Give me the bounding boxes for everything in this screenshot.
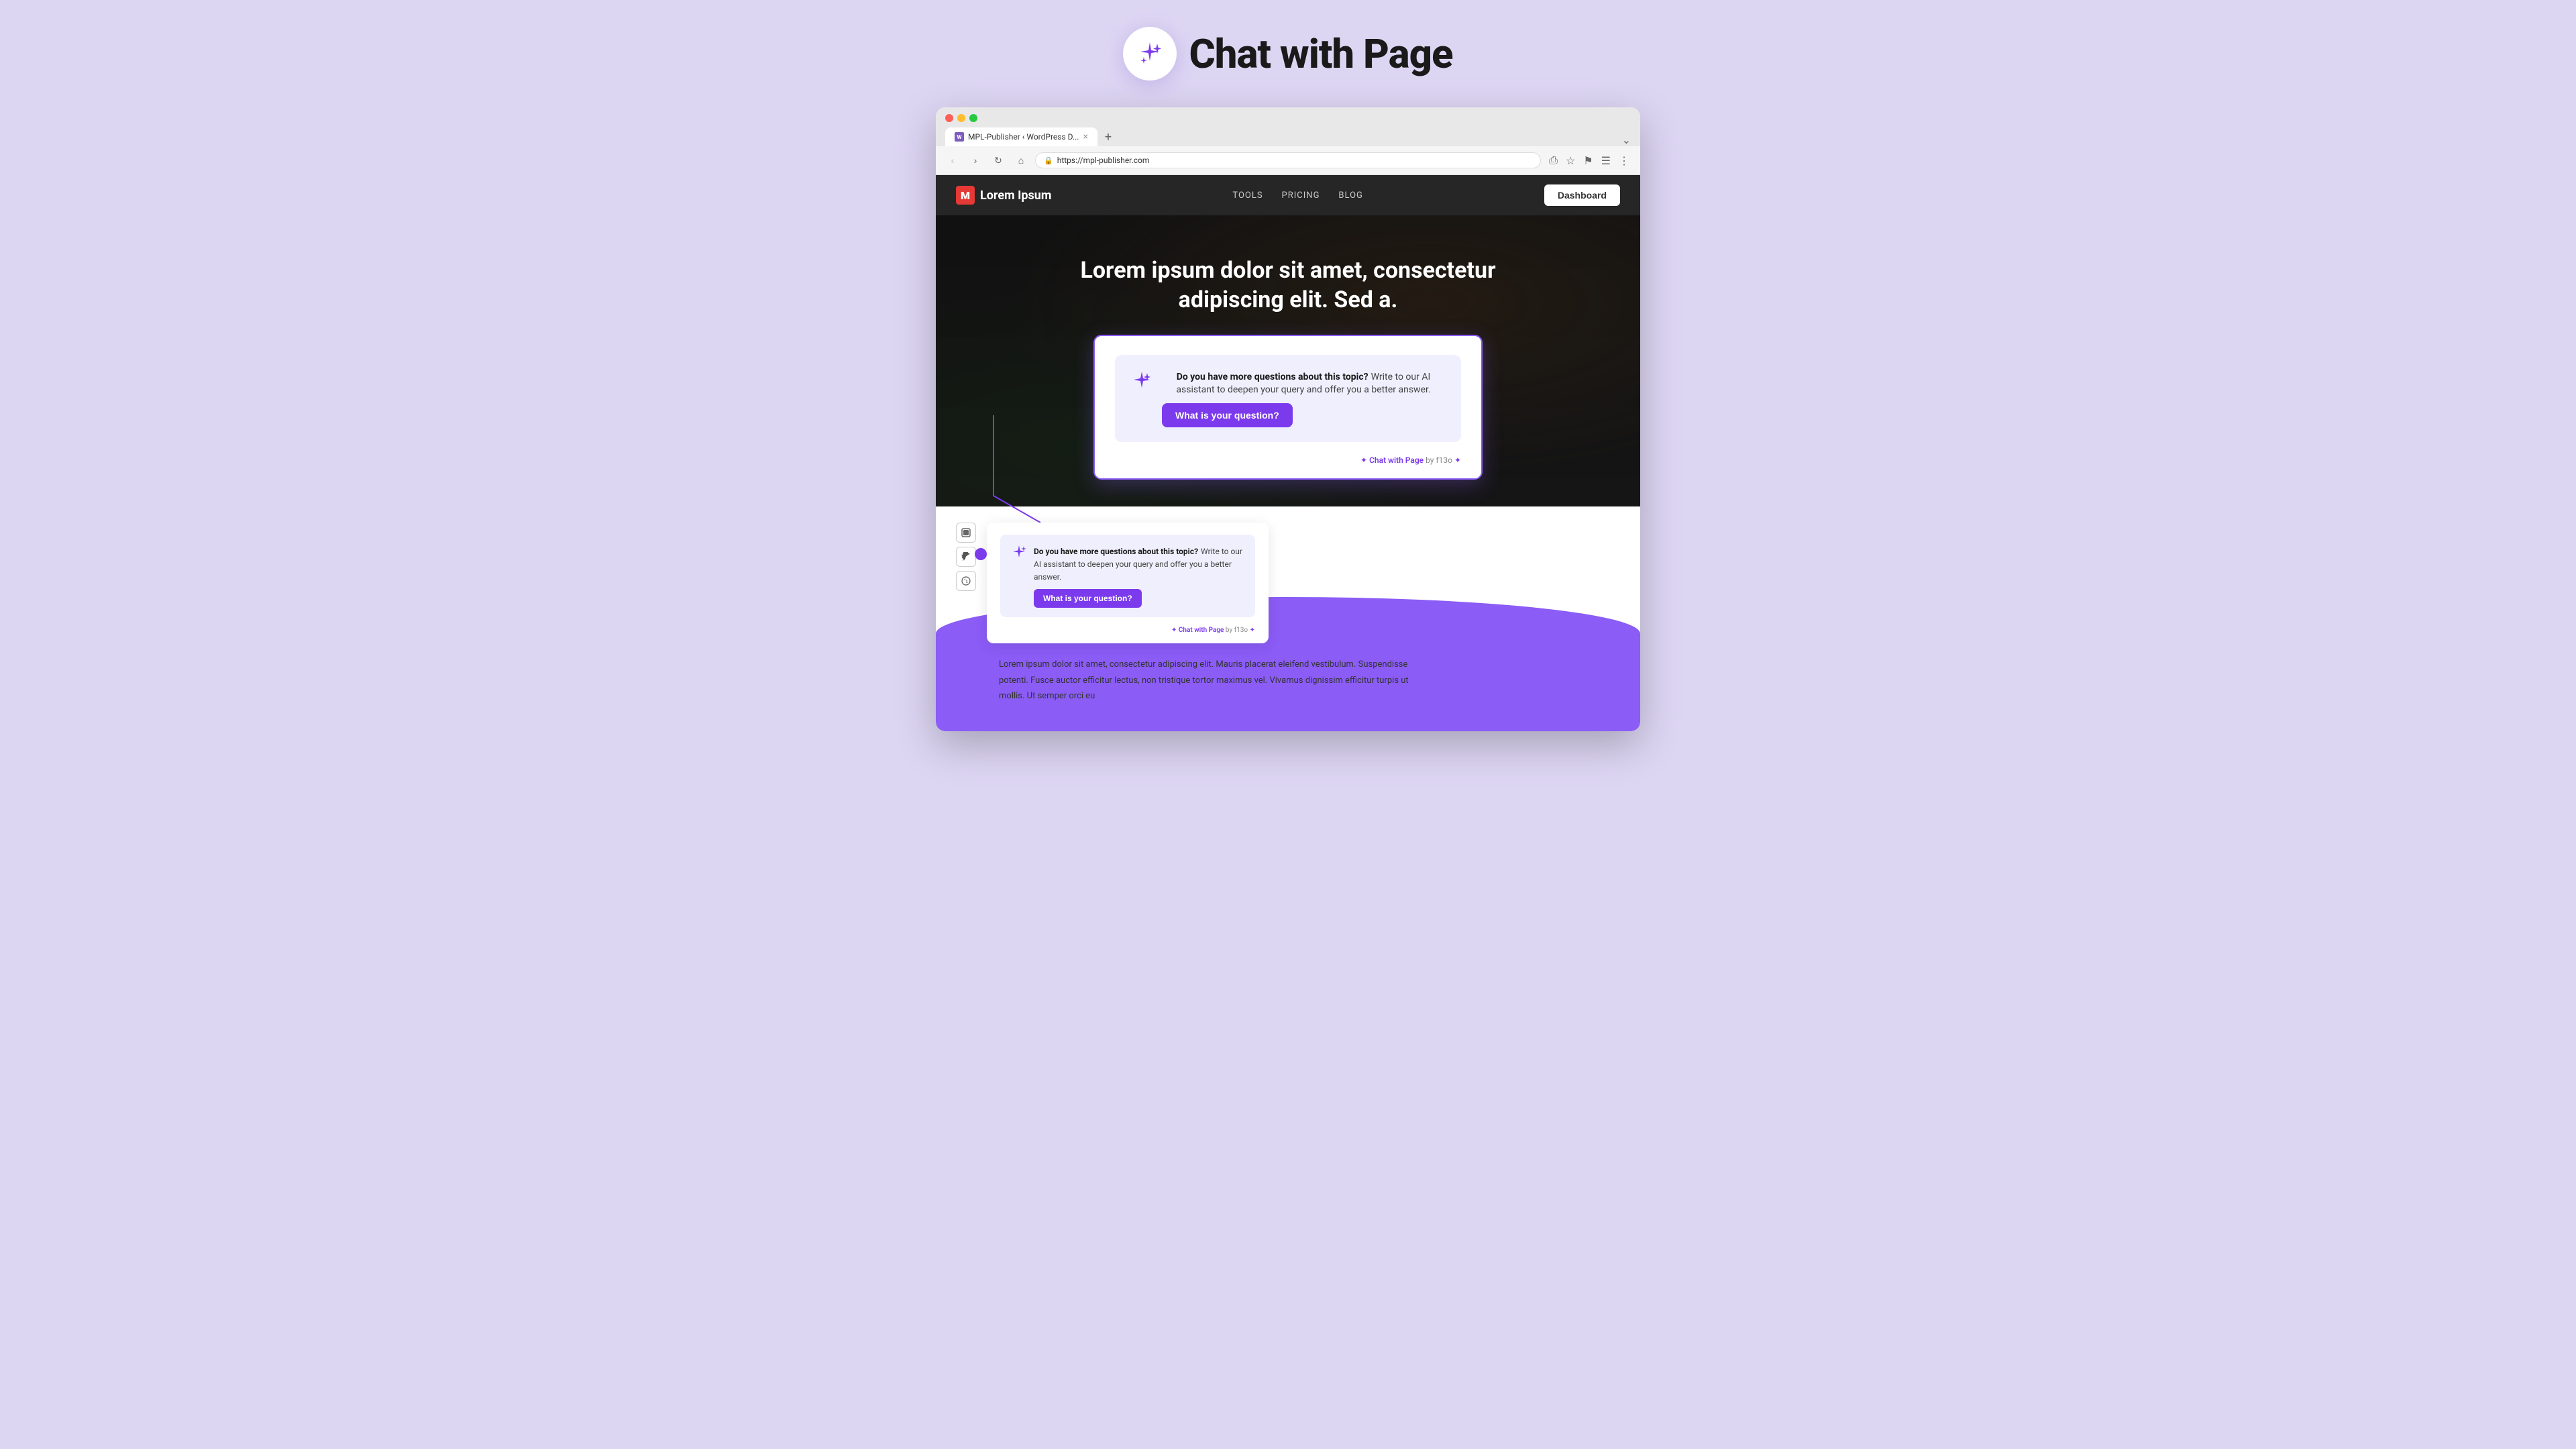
address-text: https://mpl-publisher.com <box>1057 156 1150 165</box>
save-share-btn[interactable] <box>956 523 976 543</box>
sparkles-icon <box>1136 40 1164 68</box>
hero-title: Lorem ipsum dolor sit amet, consectetur … <box>956 256 1620 315</box>
footer-by: by f13o <box>1426 455 1454 465</box>
chat-ask-btn[interactable]: What is your question? <box>1162 403 1293 427</box>
forward-btn[interactable]: › <box>967 152 984 169</box>
purple-connector-dot <box>975 548 987 560</box>
header-icon-container <box>1123 27 1177 80</box>
chat-widget-body: Do you have more questions about this to… <box>1115 355 1461 442</box>
share-icon[interactable]: ⎙ <box>1546 152 1560 168</box>
browser-window: W MPL-Publisher ‹ WordPress D... × + ⌄ ‹… <box>936 107 1640 731</box>
footer-sparkle-right: ✦ <box>1454 455 1461 465</box>
small-ask-btn[interactable]: What is your question? <box>1034 589 1142 608</box>
footer-brand[interactable]: Chat with Page <box>1369 455 1424 465</box>
home-btn[interactable]: ⌂ <box>1012 152 1030 169</box>
nav-links: TOOLS PRICING BLOG <box>1232 191 1363 201</box>
small-footer-sparkle-right: ✦ <box>1250 627 1255 634</box>
browser-toolbar: ‹ › ↻ ⌂ 🔒 https://mpl-publisher.com ⎙ ☆ … <box>936 146 1640 175</box>
traffic-light-green[interactable] <box>969 114 977 122</box>
tab-label: MPL-Publisher ‹ WordPress D... <box>968 132 1079 142</box>
logo-text: Lorem Ipsum <box>980 189 1051 203</box>
nav-pricing[interactable]: PRICING <box>1282 191 1320 201</box>
small-chat-widget: Do you have more questions about this to… <box>987 523 1269 643</box>
sidebar-icon[interactable]: ☰ <box>1599 153 1613 168</box>
featured-chat-widget: Do you have more questions about this to… <box>1093 335 1483 480</box>
small-footer-sparkle-left: ✦ <box>1171 627 1177 634</box>
tab-bar: W MPL-Publisher ‹ WordPress D... × + ⌄ <box>945 127 1631 146</box>
article-text: Lorem ipsum dolor sit amet, consectetur … <box>956 643 1426 704</box>
hero-section: Lorem ipsum dolor sit amet, consectetur … <box>936 215 1640 506</box>
small-widget-text: Do you have more questions about this to… <box>1034 544 1244 608</box>
logo-icon: M <box>956 186 975 205</box>
chat-widget-text: Do you have more questions about this to… <box>1162 370 1445 427</box>
small-footer-by: by f13o <box>1226 627 1250 634</box>
widget-icon <box>1131 370 1152 394</box>
bookmark-icon[interactable]: ☆ <box>1563 153 1578 168</box>
traffic-lights <box>945 114 1631 122</box>
site-logo: M Lorem Ipsum <box>956 186 1051 205</box>
whatsapp-share-btn[interactable] <box>956 571 976 591</box>
small-widget-area: Do you have more questions about this to… <box>956 523 1620 643</box>
nav-tools[interactable]: TOOLS <box>1232 191 1263 201</box>
tab-chevron: ⌄ <box>1622 133 1631 146</box>
traffic-light-yellow[interactable] <box>957 114 965 122</box>
address-bar[interactable]: 🔒 https://mpl-publisher.com <box>1035 152 1541 168</box>
footer-sparkle-left: ✦ <box>1360 455 1367 465</box>
website-content: M Lorem Ipsum TOOLS PRICING BLOG Dashboa… <box>936 175 1640 731</box>
hero-content: Lorem ipsum dolor sit amet, consectetur … <box>956 256 1620 480</box>
below-hero-section: Do you have more questions about this to… <box>936 506 1640 731</box>
menu-icon[interactable]: ⋮ <box>1616 153 1632 168</box>
traffic-light-red[interactable] <box>945 114 953 122</box>
site-nav: M Lorem Ipsum TOOLS PRICING BLOG Dashboa… <box>936 175 1640 215</box>
new-tab-btn[interactable]: + <box>1099 127 1118 146</box>
reload-btn[interactable]: ↻ <box>989 152 1007 169</box>
dashboard-btn[interactable]: Dashboard <box>1544 184 1620 206</box>
share-buttons <box>956 523 976 591</box>
address-lock-icon: 🔒 <box>1044 156 1053 165</box>
twitter-share-btn[interactable] <box>956 547 976 567</box>
tab-favicon: W <box>955 132 964 142</box>
nav-blog[interactable]: BLOG <box>1338 191 1363 201</box>
chat-widget-footer: ✦ Chat with Page by f13o ✦ <box>1115 451 1461 465</box>
toolbar-actions: ⎙ ☆ ⚑ ☰ ⋮ <box>1546 152 1632 168</box>
small-widget-icon <box>1011 544 1027 563</box>
content-above-wave: Do you have more questions about this to… <box>936 506 1640 731</box>
browser-chrome: W MPL-Publisher ‹ WordPress D... × + ⌄ <box>936 107 1640 146</box>
page-title: Chat with Page <box>1189 30 1452 78</box>
small-question-bold: Do you have more questions about this to… <box>1034 547 1198 556</box>
small-widget-body: Do you have more questions about this to… <box>1000 535 1255 617</box>
small-widget-footer: ✦ Chat with Page by f13o ✦ <box>1000 624 1255 634</box>
extensions-icon[interactable]: ⚑ <box>1580 153 1595 168</box>
active-tab[interactable]: W MPL-Publisher ‹ WordPress D... × <box>945 127 1097 146</box>
tab-close-btn[interactable]: × <box>1083 131 1087 142</box>
small-footer-brand[interactable]: Chat with Page <box>1179 627 1224 634</box>
chat-question-bold: Do you have more questions about this to… <box>1177 372 1368 382</box>
page-header: Chat with Page <box>1123 27 1452 80</box>
back-btn[interactable]: ‹ <box>944 152 961 169</box>
